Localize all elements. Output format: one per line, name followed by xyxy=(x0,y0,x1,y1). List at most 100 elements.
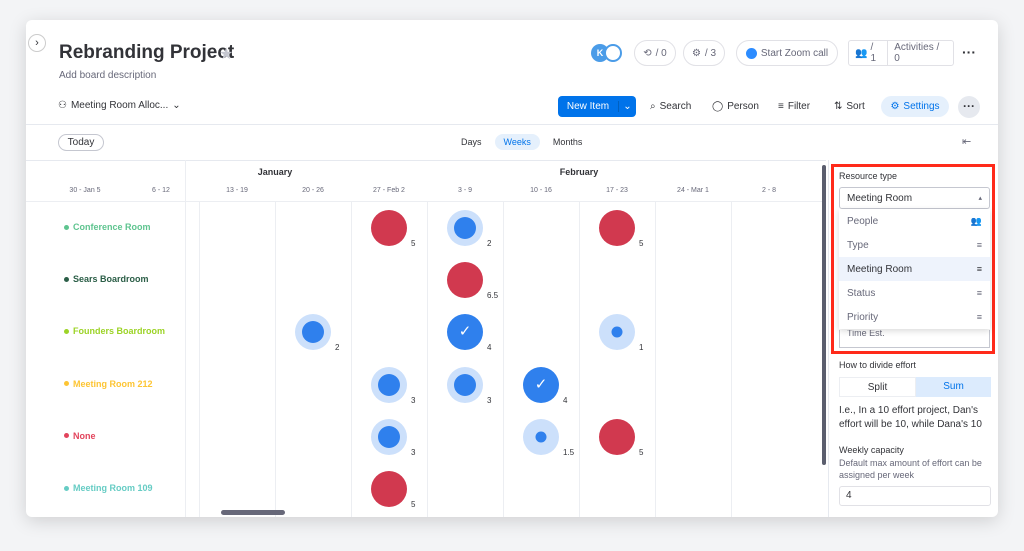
scale-months[interactable]: Months xyxy=(544,134,592,150)
vertical-scrollbar[interactable] xyxy=(822,165,826,465)
zoom-call-button[interactable]: Start Zoom call xyxy=(736,40,838,66)
overload-bubble[interactable] xyxy=(371,210,407,246)
resource-option[interactable]: People 👥 xyxy=(839,209,990,233)
capacity-input[interactable]: 4 xyxy=(839,486,991,506)
members-count: / 1 xyxy=(870,42,877,64)
overload-bubble[interactable] xyxy=(371,471,407,507)
more-icon[interactable]: ··· xyxy=(962,44,976,60)
integrations-button[interactable]: ⟲/ 0 xyxy=(634,40,676,66)
week-label: 27 - Feb 2 xyxy=(373,187,405,194)
effort-value: 6.5 xyxy=(487,291,499,301)
week-gridline xyxy=(199,202,200,517)
week-label: 20 - 26 xyxy=(302,187,324,194)
divider xyxy=(26,201,826,202)
row-color-dot xyxy=(64,485,69,491)
more-options-icon[interactable]: ··· xyxy=(958,96,980,118)
effort-value: 5 xyxy=(639,239,644,248)
search-button[interactable]: ⌕ Search xyxy=(650,101,691,112)
row-color-dot xyxy=(64,381,69,387)
row-label-text: Conference Room xyxy=(73,222,151,232)
collapse-panel-icon[interactable]: ⇤ xyxy=(962,135,971,148)
week-label: 3 - 9 xyxy=(457,187,472,194)
effort-value: 2 xyxy=(335,343,340,353)
chevron-down-icon[interactable]: ⌄ xyxy=(618,101,636,112)
effort-value: 5 xyxy=(639,447,644,457)
resource-option[interactable]: Status ≡ xyxy=(839,281,990,305)
week-label: 30 - Jan 5 xyxy=(69,187,101,194)
sum-option[interactable]: Sum xyxy=(916,377,991,397)
week-gridline xyxy=(579,202,580,517)
row-color-dot xyxy=(64,276,69,282)
row-label[interactable]: None xyxy=(64,431,96,441)
board-title[interactable]: Rebranding Project xyxy=(59,42,234,64)
today-button[interactable]: Today xyxy=(58,134,104,151)
lines-icon: ≡ xyxy=(976,312,982,322)
resource-option[interactable]: Meeting Room ≡ xyxy=(839,257,990,281)
people-icon: 👥 xyxy=(970,215,982,226)
week-gridline xyxy=(731,202,732,517)
row-color-dot xyxy=(64,224,69,230)
row-label[interactable]: Meeting Room 212 xyxy=(64,379,153,389)
automations-count: / 3 xyxy=(704,47,717,59)
chevron-down-icon: ⌄ xyxy=(172,100,181,111)
row-label[interactable]: Founders Boardroom xyxy=(64,326,165,336)
search-label: Search xyxy=(659,101,692,112)
effort-value: 2 xyxy=(487,239,492,248)
overload-bubble[interactable] xyxy=(447,262,483,299)
overload-bubble[interactable] xyxy=(599,210,635,246)
filter-icon: ≡ xyxy=(778,101,784,112)
resource-type-dropdown: People 👥 Type ≡ Meeting Room ≡ Status ≡ Priority… xyxy=(839,209,990,329)
week-gridline xyxy=(655,202,656,517)
hidden-option: Time Est. xyxy=(839,330,990,348)
resource-type-select[interactable]: Meeting Room ▴ xyxy=(839,187,990,209)
lines-icon: ≡ xyxy=(976,240,982,250)
option-label: People xyxy=(847,215,879,227)
resource-option[interactable]: Priority ≡ xyxy=(839,305,990,329)
row-color-dot xyxy=(64,328,69,334)
members-activities: 👥/ 1 Activities / 0 xyxy=(848,40,954,66)
capacity-label: Weekly capacity xyxy=(839,445,904,455)
split-option[interactable]: Split xyxy=(839,377,916,397)
row-label[interactable]: Conference Room xyxy=(64,222,151,232)
full-capacity-bubble[interactable]: ✓ xyxy=(523,366,559,403)
capacity-fill xyxy=(378,425,400,448)
filter-button[interactable]: ≡ Filter xyxy=(778,101,810,112)
capacity-fill xyxy=(454,217,476,239)
week-label: 17 - 23 xyxy=(606,187,628,194)
guest-avatar-icon[interactable] xyxy=(604,44,622,62)
new-item-label: New Item xyxy=(566,101,610,112)
scale-weeks[interactable]: Weeks xyxy=(494,134,540,150)
view-selector[interactable]: ⚇ Meeting Room Alloc... ⌄ xyxy=(58,100,181,111)
scale-days[interactable]: Days xyxy=(452,134,491,150)
new-item-button[interactable]: New Item ⌄ xyxy=(558,96,636,117)
divider xyxy=(26,124,998,125)
sort-label: Sort xyxy=(846,101,865,112)
row-label[interactable]: Sears Boardroom xyxy=(64,274,149,284)
effort-value: 1.5 xyxy=(563,447,575,457)
expand-sidebar-button[interactable]: › xyxy=(28,34,46,52)
zoom-icon xyxy=(745,47,757,59)
zoom-label: Start Zoom call xyxy=(760,47,829,59)
overload-bubble[interactable] xyxy=(599,418,635,455)
horizontal-scrollbar[interactable] xyxy=(221,510,285,515)
lines-icon: ≡ xyxy=(976,288,982,298)
capacity-fill xyxy=(378,373,400,396)
star-icon[interactable]: ★ xyxy=(219,44,233,64)
month-label: February xyxy=(559,167,599,177)
week-gridline xyxy=(427,202,428,517)
sort-button[interactable]: ⇅ Sort xyxy=(834,101,865,112)
board-window: › Rebranding Project ★ Add board descrip… xyxy=(26,20,998,517)
resource-option[interactable]: Type ≡ xyxy=(839,233,990,257)
person-button[interactable]: ◯ Person xyxy=(712,101,759,112)
settings-button[interactable]: ⚙ Settings xyxy=(881,96,949,117)
view-name: Meeting Room Alloc... xyxy=(70,100,169,111)
full-capacity-bubble[interactable]: ✓ xyxy=(447,314,483,351)
automations-button[interactable]: ⚙/ 3 xyxy=(683,40,725,66)
row-label-text: Founders Boardroom xyxy=(73,326,166,337)
members-button[interactable]: 👥/ 1 xyxy=(849,41,889,65)
activities-button[interactable]: Activities / 0 xyxy=(888,42,953,64)
board-description[interactable]: Add board description xyxy=(59,70,156,81)
row-label[interactable]: Meeting Room 109 xyxy=(64,483,153,493)
check-icon: ✓ xyxy=(534,375,548,393)
person-label: Person xyxy=(727,101,759,112)
